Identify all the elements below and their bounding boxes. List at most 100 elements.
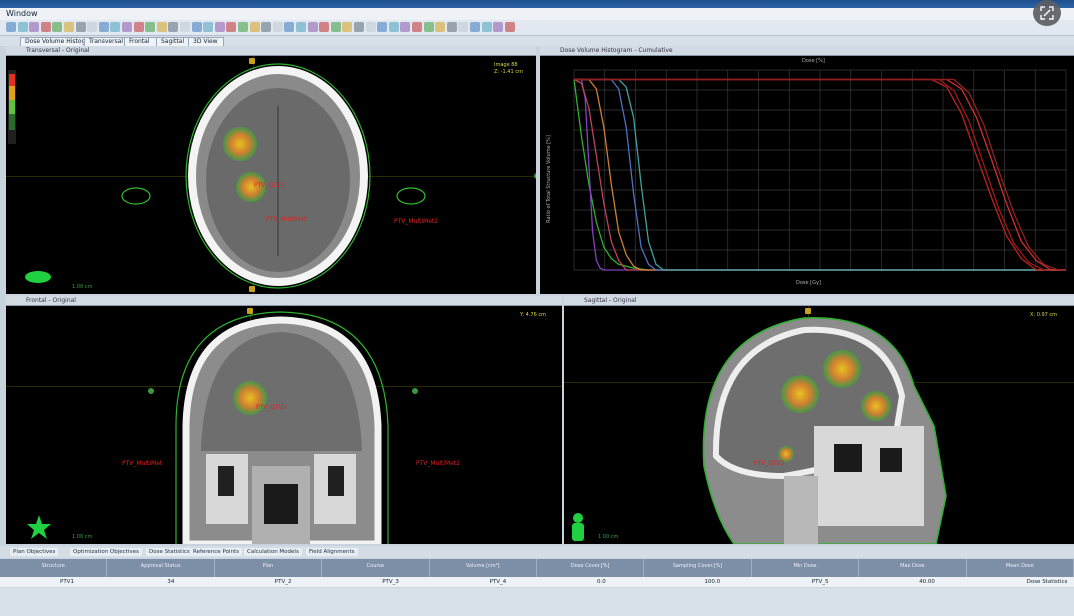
tab-plan-objectives[interactable]: Plan Objectives: [10, 548, 59, 556]
toolbar-button[interactable]: [52, 22, 63, 32]
toolbar-button[interactable]: [40, 22, 51, 32]
table-cell[interactable]: PTV_4: [490, 578, 507, 586]
menu-bar: Window: [0, 8, 1074, 20]
table-header-label: Structure: [41, 563, 65, 569]
toolbar-button[interactable]: [214, 22, 225, 32]
toolbar-button[interactable]: [87, 22, 98, 32]
table-header-label: Course: [366, 563, 385, 569]
orientation-marker[interactable]: [412, 388, 418, 394]
toolbar-button[interactable]: [435, 22, 446, 32]
table-cell[interactable]: PTV1: [60, 578, 74, 586]
toolbar-button[interactable]: [226, 22, 237, 32]
toolbar-button[interactable]: [203, 22, 214, 32]
table-header-label: Approval Status: [140, 563, 181, 569]
table-header-cell[interactable]: Min Dose: [751, 559, 860, 577]
orientation-marker[interactable]: [148, 388, 154, 394]
tab-optimization-objectives[interactable]: Optimization Objectives: [70, 548, 142, 556]
toolbar-button[interactable]: [493, 22, 504, 32]
toolbar-button[interactable]: [122, 22, 132, 32]
toolbar-button[interactable]: [156, 22, 167, 32]
toolbar-button[interactable]: [365, 22, 376, 32]
toolbar-button[interactable]: [342, 22, 353, 32]
roi-label: PTV_MultiMet2: [416, 460, 461, 467]
toolbar-button[interactable]: [400, 22, 411, 32]
toolbar-button[interactable]: [412, 22, 422, 32]
table-cell[interactable]: 0.0: [597, 578, 606, 586]
toolbar-button[interactable]: [249, 22, 260, 32]
toolbar-button[interactable]: [307, 22, 318, 32]
toolbar-button[interactable]: [470, 22, 480, 32]
dose-statistics-table: Structure Approval Status Plan Course Volume…: [0, 559, 1074, 587]
table-header-cell[interactable]: Max Dose: [859, 559, 967, 577]
toolbar-button[interactable]: [145, 22, 156, 32]
toolbar-button[interactable]: [481, 22, 492, 32]
toolbar-button[interactable]: [29, 22, 40, 32]
toolbar-button[interactable]: [284, 22, 295, 32]
toolbar-button[interactable]: [296, 22, 306, 32]
toolbar-button[interactable]: [377, 22, 388, 32]
toolbar-button[interactable]: [191, 22, 202, 32]
table-cell[interactable]: 100.0: [704, 578, 720, 586]
table-header-cell[interactable]: Plan: [214, 559, 323, 577]
table-header-cell[interactable]: Dose Cover.[%]: [537, 559, 645, 577]
toolbar-button[interactable]: [458, 22, 469, 32]
transversal-ct-image: [8, 63, 426, 289]
toolbar-button[interactable]: [168, 22, 179, 32]
table-header-cell[interactable]: Course: [322, 559, 430, 577]
toolbar-button[interactable]: [504, 22, 515, 32]
patient-body-icon: [27, 515, 51, 539]
table-header-cell[interactable]: Mean Dose: [966, 559, 1074, 577]
orientation-marker[interactable]: [534, 173, 536, 179]
orientation-marker[interactable]: [249, 58, 255, 64]
toolbar-button[interactable]: [75, 22, 86, 32]
roi-label: PTV_GTV3: [254, 182, 285, 189]
table-cell[interactable]: 40.00: [919, 578, 935, 586]
table-header-cell[interactable]: Structure: [0, 559, 108, 577]
scale-label: 1.00 cm: [598, 534, 619, 540]
toolbar-button[interactable]: [261, 22, 272, 32]
tab-field-alignments[interactable]: Field Alignments: [306, 548, 358, 556]
toolbar: [0, 20, 1074, 36]
table-cell[interactable]: 34: [167, 578, 174, 586]
table-header-cell[interactable]: Approval Status: [107, 559, 215, 577]
roi-label: PTV_GTV3: [256, 404, 287, 411]
toolbar-button[interactable]: [98, 22, 109, 32]
table-header-cell[interactable]: Sampling Cover.[%]: [644, 559, 752, 577]
orientation-marker[interactable]: [249, 286, 255, 292]
toolbar-button[interactable]: [6, 22, 16, 32]
toolbar-button[interactable]: [180, 22, 190, 32]
table-cell[interactable]: PTV_2: [275, 578, 292, 586]
toolbar-button[interactable]: [446, 22, 457, 32]
fullscreen-button[interactable]: [1033, 0, 1061, 26]
frontal-view[interactable]: PTV_GTV3 PTV_MultiMet PTV_MultiMet2 Y: 4…: [6, 306, 562, 544]
table-header-cell[interactable]: Volume [cm³]: [429, 559, 537, 577]
table-cell[interactable]: Dose Statistics: [1027, 578, 1068, 586]
dvh-view[interactable]: Dose [%] Dose [Gy] Ratio of Total Struct…: [540, 56, 1074, 294]
toolbar-button[interactable]: [319, 22, 330, 32]
sagittal-view[interactable]: PTV_GTV3 X: 0.97 cm 1.00 cm: [564, 306, 1074, 544]
tab-dose-statistics[interactable]: Dose Statistics: [146, 548, 193, 556]
toolbar-button[interactable]: [388, 22, 399, 32]
toolbar-button[interactable]: [110, 22, 121, 32]
toolbar-button[interactable]: [423, 22, 434, 32]
menu-window[interactable]: Window: [6, 9, 38, 18]
view-info: Image 88 Z: -1.41 cm: [494, 62, 523, 75]
orientation-marker[interactable]: [247, 308, 253, 314]
toolbar-button[interactable]: [238, 22, 248, 32]
roi-label: PTV_MultiMet: [266, 216, 307, 223]
toolbar-button[interactable]: [272, 22, 283, 32]
toolbar-button[interactable]: [330, 22, 341, 32]
transversal-view[interactable]: PTV_GTV3 PTV_MultiMet PTV_MultiMet2 Imag…: [6, 56, 536, 294]
toolbar-button[interactable]: [17, 22, 28, 32]
toolbar-button[interactable]: [354, 22, 364, 32]
expand-icon: [1040, 6, 1054, 20]
orientation-marker[interactable]: [805, 308, 811, 314]
toolbar-button[interactable]: [133, 22, 144, 32]
tab-calculation-models[interactable]: Calculation Models: [244, 548, 302, 556]
table-header-label: Dose Cover.[%]: [570, 563, 610, 569]
title-bar: [0, 0, 1074, 8]
table-cell[interactable]: PTV_5: [812, 578, 829, 586]
table-cell[interactable]: PTV_3: [382, 578, 399, 586]
toolbar-button[interactable]: [64, 22, 74, 32]
tab-reference-points[interactable]: Reference Points: [190, 548, 242, 556]
